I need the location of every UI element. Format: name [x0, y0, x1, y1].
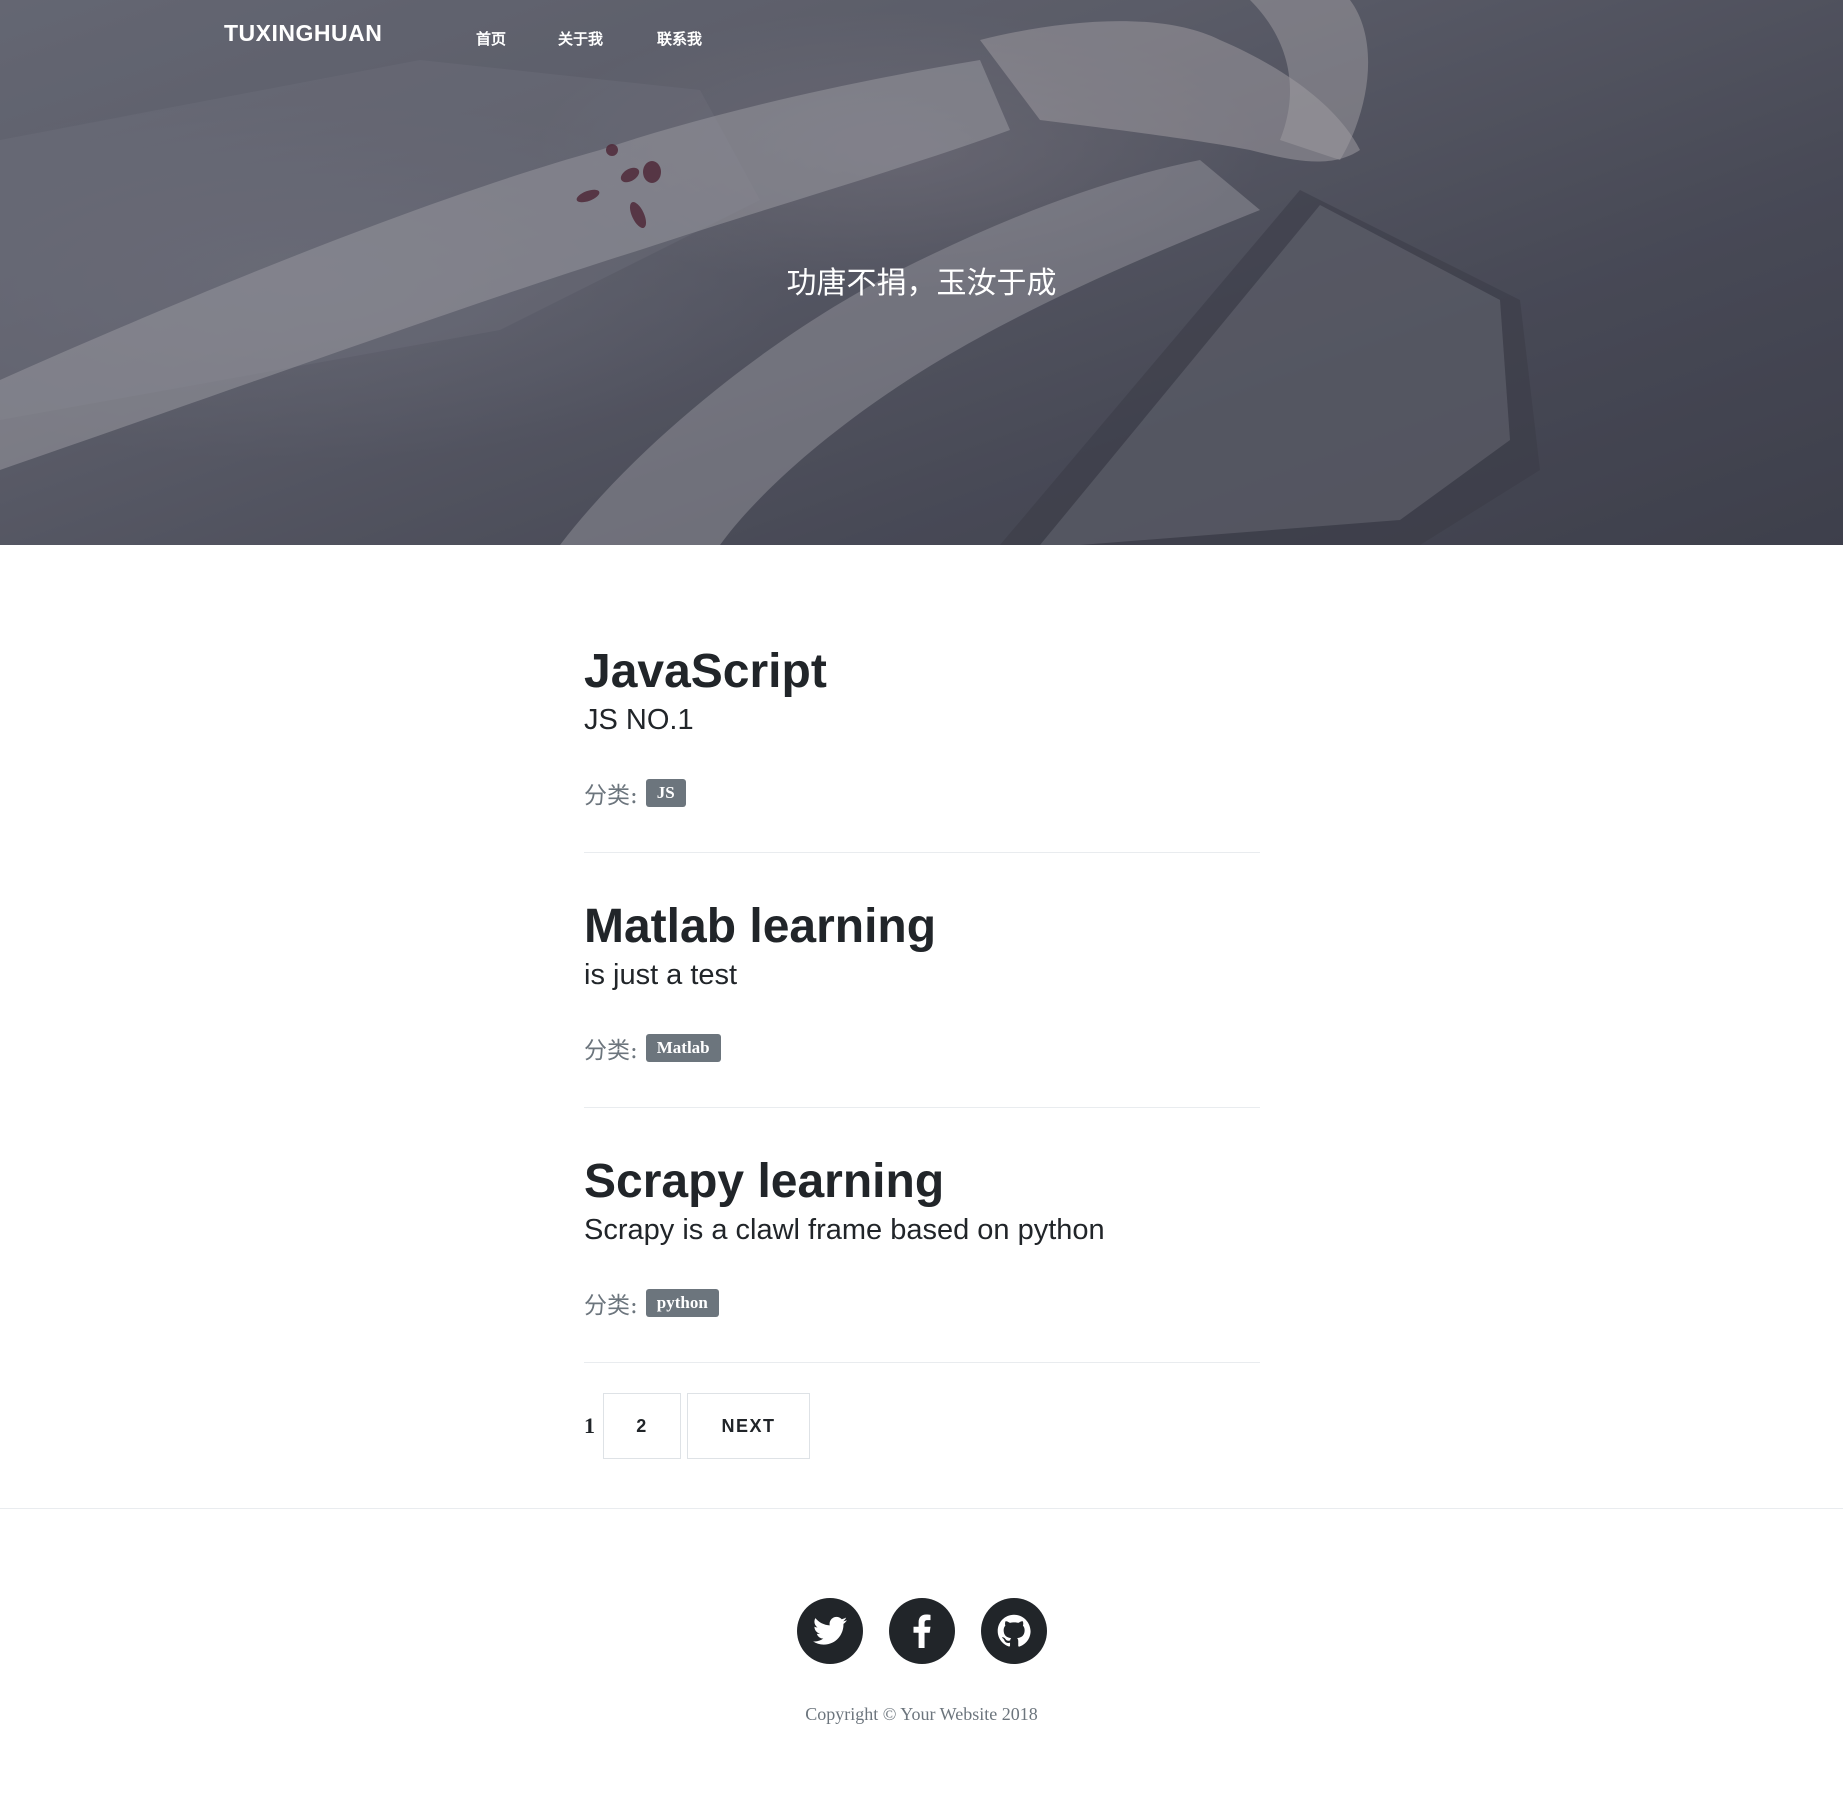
brand-logo[interactable]: TUXINGHUAN — [224, 20, 382, 47]
post-preview: JavaScript JS NO.1 分类: JS — [584, 640, 1260, 853]
post-subtitle[interactable]: JS NO.1 — [584, 702, 1260, 738]
social-links — [797, 1598, 1047, 1664]
post-list: JavaScript JS NO.1 分类: JS Matlab learnin… — [584, 640, 1260, 1405]
hero-motto: 功唐不捐，玉汝于成 — [786, 266, 1057, 301]
facebook-link[interactable] — [889, 1598, 955, 1664]
category-tag[interactable]: python — [645, 1289, 719, 1317]
post-meta: 分类: Matlab — [584, 1031, 1260, 1065]
pagination-current-page: 1 — [584, 1413, 595, 1438]
pagination-next-button[interactable]: NEXT — [687, 1393, 810, 1459]
nav-link-about[interactable]: 关于我 — [558, 28, 603, 49]
post-preview: Matlab learning is just a test 分类: Matla… — [584, 895, 1260, 1108]
post-meta: 分类: python — [584, 1286, 1260, 1320]
pagination: 1 2 NEXT — [584, 1393, 816, 1459]
post-preview: Scrapy learning Scrapy is a clawl frame … — [584, 1150, 1260, 1363]
category-label: 分类: — [584, 783, 638, 809]
footer-divider — [0, 1508, 1843, 1509]
nav-link-home[interactable]: 首页 — [476, 28, 506, 49]
nav-link-contact[interactable]: 联系我 — [657, 28, 702, 49]
post-subtitle[interactable]: is just a test — [584, 957, 1260, 993]
facebook-icon — [913, 1614, 931, 1648]
category-tag[interactable]: Matlab — [645, 1034, 721, 1062]
twitter-icon — [813, 1616, 847, 1645]
github-icon — [997, 1614, 1031, 1647]
post-subtitle[interactable]: Scrapy is a clawl frame based on python — [584, 1212, 1260, 1248]
category-label: 分类: — [584, 1038, 638, 1064]
post-title[interactable]: Matlab learning — [584, 895, 1260, 959]
category-label: 分类: — [584, 1293, 638, 1319]
hero-header: TUXINGHUAN 首页 关于我 联系我 功唐不捐，玉汝于成 — [0, 0, 1843, 545]
twitter-link[interactable] — [797, 1598, 863, 1664]
post-title[interactable]: Scrapy learning — [584, 1150, 1260, 1214]
copyright-text: Copyright © Your Website 2018 — [805, 1704, 1038, 1724]
pagination-page-2-button[interactable]: 2 — [603, 1393, 681, 1459]
post-meta: 分类: JS — [584, 776, 1260, 810]
category-tag[interactable]: JS — [645, 779, 686, 807]
post-title[interactable]: JavaScript — [584, 640, 1260, 704]
github-link[interactable] — [981, 1598, 1047, 1664]
